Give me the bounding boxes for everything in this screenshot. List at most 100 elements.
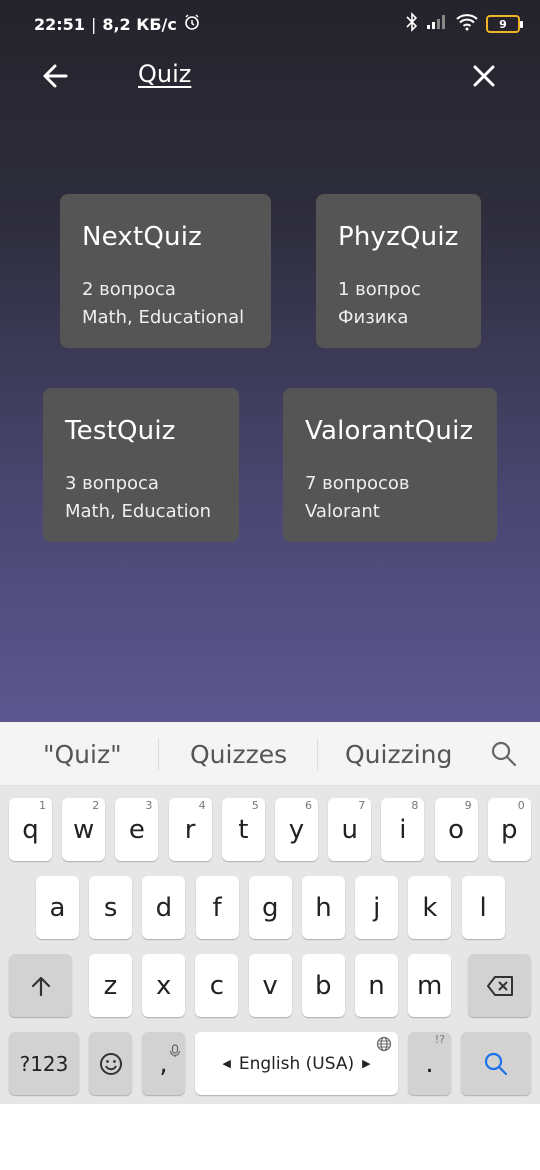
key-label: s (103, 892, 118, 923)
quiz-title: TestQuiz (65, 416, 176, 446)
key-hint: 2 (92, 799, 100, 812)
key-g[interactable]: g (248, 876, 292, 939)
keyboard-suggestion-bar: "Quiz" Quizzes Quizzing (0, 722, 540, 786)
alarm-icon (183, 13, 201, 35)
space-key[interactable]: ◀ English (USA) ▶ (195, 1032, 398, 1095)
key-label: j (373, 892, 381, 923)
key-b[interactable]: b (301, 954, 345, 1017)
back-button[interactable] (38, 58, 74, 94)
key-r[interactable]: 4r (168, 798, 212, 861)
period-key-hint: !? (434, 1033, 445, 1046)
key-label: a (49, 892, 66, 923)
bluetooth-icon (406, 12, 418, 36)
key-h[interactable]: h (302, 876, 345, 939)
backspace-key[interactable] (468, 954, 531, 1017)
key-label: i (399, 814, 407, 845)
key-i[interactable]: 8i (381, 798, 425, 861)
key-label: e (128, 814, 145, 845)
key-w[interactable]: 2w (62, 798, 106, 861)
symbols-key-label: ?123 (19, 1051, 69, 1076)
suggestion-item[interactable]: Quizzes (190, 740, 287, 769)
key-hint: 7 (358, 799, 366, 812)
key-a[interactable]: a (36, 876, 79, 939)
wifi-icon (456, 13, 478, 35)
key-v[interactable]: v (248, 954, 292, 1017)
key-label: u (341, 814, 358, 845)
search-suggestions-button[interactable] (490, 740, 518, 768)
key-label: l (479, 892, 487, 923)
quiz-title: PhyzQuiz (338, 222, 459, 252)
key-z[interactable]: z (89, 954, 132, 1017)
key-q[interactable]: 1q (9, 798, 52, 861)
key-y[interactable]: 6y (275, 798, 318, 861)
key-j[interactable]: j (355, 876, 399, 939)
key-hint: 3 (145, 799, 153, 812)
key-label: g (262, 892, 279, 923)
key-k[interactable]: k (408, 876, 452, 939)
language-left-icon: ◀ (222, 1057, 231, 1070)
key-hint: 6 (305, 799, 312, 812)
key-u[interactable]: 7u (328, 798, 372, 861)
battery-icon: 9 (486, 15, 523, 33)
symbols-key[interactable]: ?123 (9, 1032, 79, 1095)
quiz-tags: Math, Education (65, 501, 212, 522)
key-hint: 1 (39, 799, 46, 812)
signal-icon (426, 14, 448, 34)
app-screen: 22:51 | 8,2 КБ/с 9 Quiz NextQuiz 2 вопро… (0, 0, 540, 722)
suggestion-item[interactable]: "Quiz" (43, 740, 122, 769)
key-label: n (368, 970, 385, 1001)
key-f[interactable]: f (195, 876, 239, 939)
suggestion-item[interactable]: Quizzing (345, 740, 452, 769)
space-key-label: English (USA) (238, 1053, 355, 1074)
key-label: k (422, 892, 438, 923)
status-left: 22:51 | 8,2 КБ/с (34, 13, 201, 35)
quiz-card[interactable]: ValorantQuiz 7 вопросов Valorant (283, 388, 497, 542)
search-input[interactable]: Quiz (138, 60, 191, 88)
key-p[interactable]: 0p (487, 798, 531, 861)
key-c[interactable]: c (195, 954, 239, 1017)
key-o[interactable]: 9o (434, 798, 478, 861)
comma-key-label: , (159, 1048, 168, 1079)
status-right: 9 (406, 12, 523, 36)
key-label: x (155, 970, 172, 1001)
search-icon (491, 741, 517, 767)
quiz-card[interactable]: PhyzQuiz 1 вопрос Физика (316, 194, 481, 348)
search-action-key[interactable] (461, 1032, 531, 1095)
shift-key[interactable] (9, 954, 72, 1017)
quiz-question-count: 7 вопросов (305, 473, 410, 494)
clear-search-button[interactable] (466, 58, 502, 94)
quiz-question-count: 1 вопрос (338, 279, 421, 300)
quiz-tags: Math, Educational (82, 307, 245, 328)
key-label: m (417, 970, 443, 1001)
key-d[interactable]: d (142, 876, 186, 939)
key-label: f (212, 892, 222, 923)
key-m[interactable]: m (408, 954, 452, 1017)
status-divider: | (90, 14, 97, 34)
key-label: c (209, 970, 225, 1001)
key-label: r (184, 814, 196, 845)
microphone-icon (169, 1035, 181, 1065)
globe-icon (376, 1036, 392, 1057)
key-n[interactable]: n (355, 954, 398, 1017)
key-e[interactable]: 3e (115, 798, 159, 861)
quiz-card[interactable]: NextQuiz 2 вопроса Math, Educational (60, 194, 271, 348)
quiz-question-count: 3 вопроса (65, 473, 159, 494)
period-key[interactable]: !? . (408, 1032, 451, 1095)
search-icon (484, 1052, 508, 1075)
key-x[interactable]: x (142, 954, 186, 1017)
key-l[interactable]: l (461, 876, 505, 939)
key-label: w (73, 814, 95, 845)
key-s[interactable]: s (89, 876, 133, 939)
close-icon (473, 65, 495, 87)
quiz-card[interactable]: TestQuiz 3 вопроса Math, Education (43, 388, 239, 542)
emoji-key[interactable] (89, 1032, 132, 1095)
key-hint: 4 (198, 799, 206, 812)
key-label: b (315, 970, 332, 1001)
key-label: t (238, 814, 249, 845)
quiz-title: NextQuiz (82, 222, 202, 252)
comma-key[interactable]: , (142, 1032, 185, 1095)
key-t[interactable]: 5t (221, 798, 265, 861)
bottom-area (0, 1104, 540, 1170)
smiley-icon (99, 1052, 122, 1075)
key-label: y (288, 814, 305, 845)
